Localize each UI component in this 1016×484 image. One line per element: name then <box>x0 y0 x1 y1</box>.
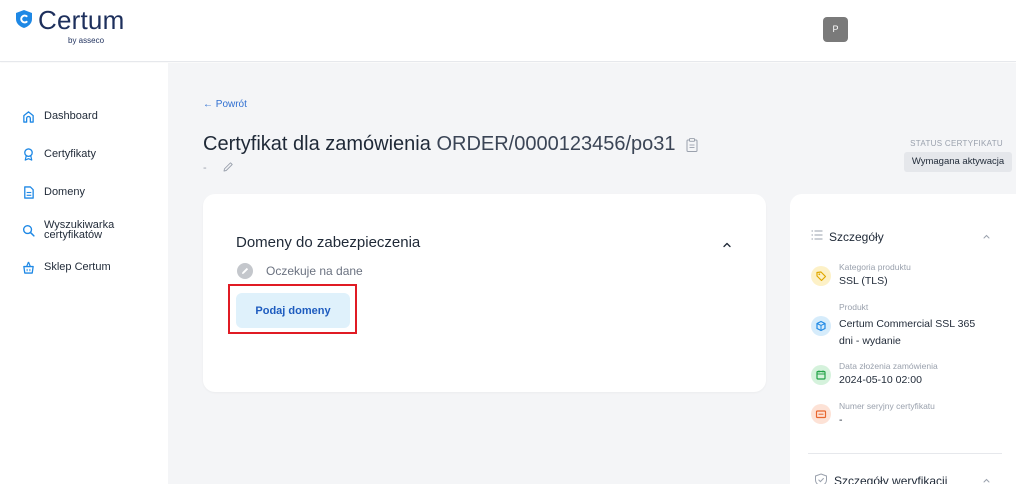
sidebar-item-certyfikaty[interactable]: Certyfikaty <box>22 148 96 161</box>
detail-value-serial: - <box>839 414 843 426</box>
sidebar-item-dashboard[interactable]: Dashboard <box>22 110 98 123</box>
certificate-status-label: STATUS CERTYFIKATU <box>910 139 1003 148</box>
sidebar-item-domeny[interactable]: Domeny <box>22 186 85 199</box>
chevron-up-icon[interactable] <box>982 233 991 240</box>
chevron-up-icon[interactable] <box>721 240 733 250</box>
search-icon <box>22 224 35 237</box>
document-icon <box>24 186 34 199</box>
calendar-icon <box>811 365 831 385</box>
domains-status-text: Oczekuje na dane <box>266 264 363 278</box>
badge-icon <box>24 148 33 161</box>
pencil-icon[interactable] <box>222 161 234 173</box>
detail-label-category: Kategoria produktu <box>839 262 911 272</box>
detail-label-serial: Numer seryjny certyfikatu <box>839 401 935 411</box>
home-icon <box>23 111 34 123</box>
order-number: ORDER/0000123456/po31 <box>436 133 676 155</box>
shield-logo-icon <box>16 10 32 28</box>
detail-label-product: Produkt <box>839 302 869 312</box>
status-badge: Wymagana aktywacja <box>904 152 1012 172</box>
serial-icon <box>811 404 831 424</box>
detail-value-product-line2: dni - wydanie <box>839 335 901 347</box>
details-card-title: Szczegóły <box>829 230 884 244</box>
chevron-up-icon[interactable] <box>982 477 991 484</box>
clipboard-copy-icon[interactable] <box>686 138 698 152</box>
list-icon <box>811 230 823 240</box>
user-avatar[interactable]: P <box>823 17 848 42</box>
sidebar-item-sklep[interactable]: Sklep Certum <box>22 261 111 274</box>
page-title-prefix: Certyfikat dla zamówienia <box>203 133 431 155</box>
sidebar-item-label-line2: certyfikatów <box>44 229 103 241</box>
domains-card-title: Domeny do zabezpieczenia <box>236 234 421 251</box>
detail-value-order-date: 2024-05-10 02:00 <box>839 374 922 386</box>
detail-label-order-date: Data złożenia zamówienia <box>839 361 938 371</box>
sidebar-item-label: Dashboard <box>44 110 98 122</box>
brand-name: Certum <box>38 5 125 35</box>
pending-pencil-icon <box>237 263 253 279</box>
verification-card-title: Szczegóły weryfikacji <box>834 474 948 484</box>
detail-value-product: Certum Commercial SSL 365 <box>839 318 976 330</box>
divider <box>808 453 1002 454</box>
basket-icon <box>23 261 34 274</box>
brand-byline: by asseco <box>68 36 105 45</box>
sidebar-item-label: Wyszukiwarka certyfikatów <box>44 220 114 241</box>
provide-domains-button[interactable]: Podaj domeny <box>236 293 350 328</box>
sidebar-item-label: Certyfikaty <box>44 148 96 160</box>
detail-value-category: SSL (TLS) <box>839 275 888 287</box>
back-link[interactable]: ← Powrót <box>203 99 247 110</box>
shield-check-icon <box>815 473 827 484</box>
sidebar-item-label: Sklep Certum <box>44 261 111 273</box>
sidebar-item-label: Domeny <box>44 186 85 198</box>
page-title: Certyfikat dla zamówienia ORDER/00001234… <box>203 133 676 156</box>
sidebar-item-wyszukiwarka[interactable]: Wyszukiwarka certyfikatów <box>22 220 114 241</box>
tag-icon <box>811 266 831 286</box>
box-icon <box>811 316 831 336</box>
order-subtitle: - <box>203 162 207 174</box>
top-bar: Certum by asseco P <box>0 0 1016 62</box>
